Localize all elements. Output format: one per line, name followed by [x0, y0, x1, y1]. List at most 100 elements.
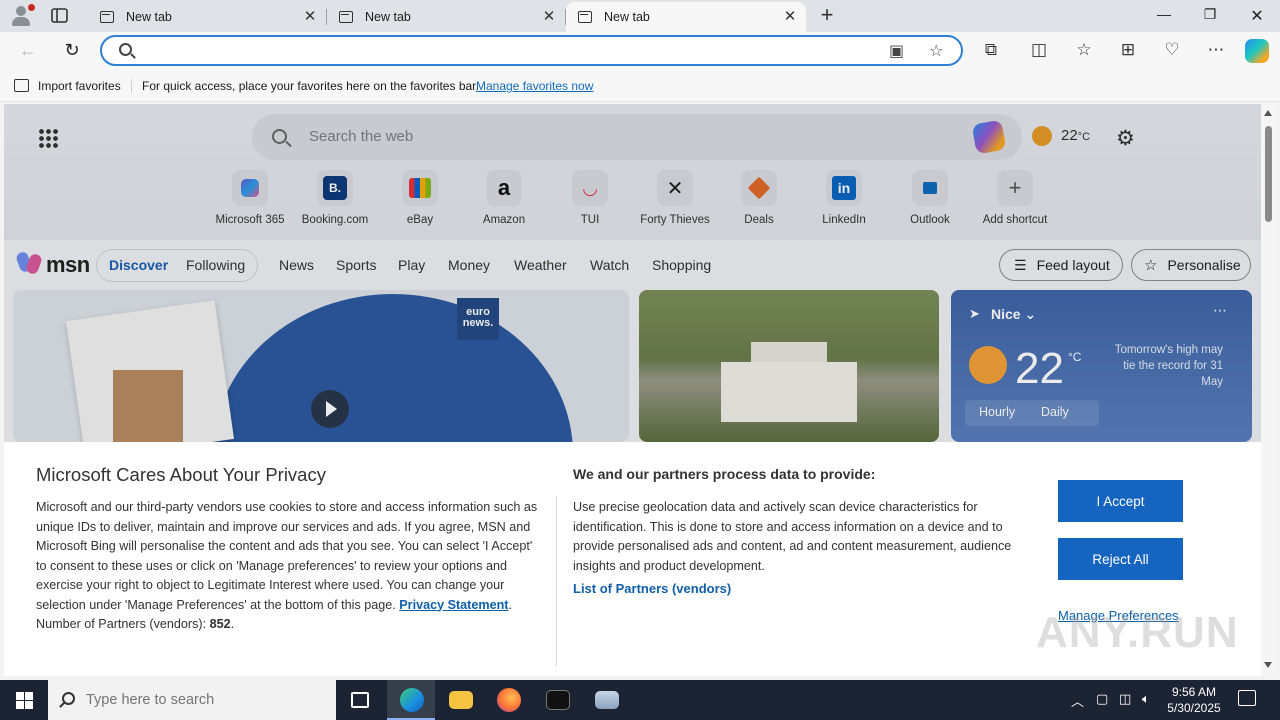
search-icon — [62, 692, 75, 705]
shortcut-outlook[interactable]: Outlook — [887, 170, 973, 226]
new-tab-plus-icon[interactable]: + — [815, 4, 839, 26]
close-tab-icon[interactable]: ✕ — [302, 9, 318, 25]
taskbar-search-input[interactable] — [86, 690, 326, 710]
terminal-icon[interactable] — [533, 680, 581, 720]
shortcut-amazon[interactable]: a Amazon — [461, 170, 547, 226]
close-tab-icon[interactable]: ✕ — [541, 9, 557, 25]
news-card-white-house[interactable] — [639, 290, 939, 442]
shortcut-tui[interactable]: ◡ TUI — [547, 170, 633, 226]
shortcut-deals[interactable]: Deals — [716, 170, 802, 226]
taskbar-clock[interactable]: 9:56 AM 5/30/2025 — [1166, 684, 1222, 716]
nav-watch[interactable]: Watch — [590, 257, 629, 273]
tab-new-tab-2[interactable]: New tab ✕ — [327, 2, 566, 32]
tab-title: New tab — [365, 10, 411, 24]
tab-new-tab-3[interactable]: New tab ✕ — [566, 2, 806, 32]
address-input[interactable] — [142, 41, 882, 61]
play-video-icon[interactable] — [311, 390, 349, 428]
taskbar-search-box[interactable] — [48, 680, 336, 720]
copilot-icon[interactable] — [1245, 39, 1269, 63]
immersive-reader-icon[interactable]: ▣ — [889, 41, 904, 61]
nav-news[interactable]: News — [279, 257, 314, 273]
shortcut-ebay[interactable]: eBay — [377, 170, 463, 226]
notifications-icon[interactable] — [1238, 690, 1256, 706]
favorite-star-icon[interactable]: ☆ — [929, 41, 943, 61]
minimize-icon[interactable]: — — [1144, 6, 1184, 22]
scroll-down-icon[interactable] — [1264, 662, 1272, 668]
nav-weather[interactable]: Weather — [514, 257, 567, 273]
tab-hourly[interactable]: Hourly — [979, 405, 1015, 419]
weather-card[interactable]: ➤ Nice ⌄ ⋯ 22 °C Tomorrow's high may tie… — [951, 290, 1252, 442]
tab-title: New tab — [604, 10, 650, 24]
reject-all-button[interactable]: Reject All — [1058, 538, 1183, 580]
more-options-icon[interactable]: ⋯ — [1204, 40, 1228, 60]
address-bar[interactable]: ▣ ☆ — [100, 35, 963, 66]
import-favorites-button[interactable]: Import favorites — [38, 79, 121, 93]
scroll-up-icon[interactable] — [1264, 110, 1272, 116]
tab-following[interactable]: Following — [186, 257, 245, 273]
shortcut-forty-thieves[interactable]: ✕ Forty Thieves — [632, 170, 718, 226]
shortcut-label: Forty Thieves — [640, 214, 710, 226]
more-options-icon[interactable]: ⋯ — [1213, 302, 1227, 319]
copilot-icon[interactable] — [971, 119, 1007, 155]
tab-actions-icon[interactable] — [50, 7, 70, 25]
shortcut-booking[interactable]: B. Booking.com — [292, 170, 378, 226]
page-settings-gear-icon[interactable]: ⚙ — [1116, 126, 1135, 151]
nav-sports[interactable]: Sports — [336, 257, 376, 273]
extensions-icon[interactable]: ⧉ — [979, 40, 1003, 60]
device-icon[interactable]: ▢ — [1096, 691, 1108, 707]
weather-location[interactable]: Nice ⌄ — [991, 306, 1036, 323]
list-of-partners-link[interactable]: List of Partners (vendors) — [573, 581, 731, 596]
firefox-icon[interactable] — [484, 680, 532, 720]
show-hidden-icons-chevron-icon[interactable]: ︿ — [1071, 691, 1084, 710]
close-tab-icon[interactable]: ✕ — [782, 9, 798, 25]
network-app-icon[interactable] — [582, 680, 630, 720]
app-launcher-icon[interactable] — [38, 128, 58, 148]
shortcut-linkedin[interactable]: in LinkedIn — [801, 170, 887, 226]
manage-favorites-link[interactable]: Manage favorites now — [476, 79, 593, 93]
shortcut-microsoft-365[interactable]: Microsoft 365 — [207, 170, 293, 226]
personalise-button[interactable]: ☆ Personalise — [1131, 249, 1251, 281]
web-search-box[interactable]: Search the web — [252, 114, 1022, 160]
purpose-heading: We and our partners process data to prov… — [573, 466, 876, 482]
split-screen-icon[interactable]: ◫ — [1027, 40, 1051, 60]
restore-icon[interactable]: ❐ — [1190, 6, 1230, 23]
location-arrow-icon: ➤ — [969, 306, 980, 321]
nav-play[interactable]: Play — [398, 257, 425, 273]
scroll-thumb[interactable] — [1265, 126, 1272, 222]
windows-start-icon[interactable] — [16, 692, 33, 709]
tab-discover[interactable]: Discover — [109, 257, 168, 273]
favorites-icon[interactable]: ☆ — [1072, 40, 1096, 60]
volume-icon[interactable]: 🔈︎ — [1142, 691, 1150, 707]
europe-map-image — [213, 294, 573, 442]
news-card-euronews[interactable]: euro news. — [13, 290, 629, 442]
privacy-statement-link[interactable]: Privacy Statement — [399, 598, 508, 612]
tab-daily[interactable]: Daily — [1041, 405, 1069, 419]
tab-new-tab-1[interactable]: New tab ✕ — [88, 2, 327, 32]
file-explorer-icon[interactable] — [436, 680, 484, 720]
accept-button[interactable]: I Accept — [1058, 480, 1183, 522]
task-view-icon[interactable] — [336, 680, 384, 720]
collections-icon[interactable]: ⊞ — [1116, 40, 1140, 60]
weather-sun-icon[interactable] — [1032, 126, 1052, 146]
profile-avatar-icon[interactable] — [8, 4, 35, 28]
nav-shopping[interactable]: Shopping — [652, 257, 711, 273]
msn-logo-text[interactable]: msn — [46, 252, 90, 278]
browser-essentials-icon[interactable]: ♡ — [1160, 40, 1184, 60]
msn-butterfly-icon[interactable] — [14, 250, 46, 276]
shortcut-add[interactable]: + Add shortcut — [972, 170, 1058, 226]
booking-icon: B. — [317, 170, 353, 206]
euronews-logo: euro news. — [457, 298, 499, 340]
page-scrollbar[interactable] — [1261, 104, 1276, 676]
close-window-icon[interactable]: ✕ — [1237, 6, 1277, 26]
edge-taskbar-icon[interactable] — [387, 680, 435, 720]
feed-layout-button[interactable]: ☰ Feed layout — [999, 249, 1123, 281]
consent-body: Microsoft and our third-party vendors us… — [36, 500, 538, 631]
network-icon[interactable]: ◫ — [1119, 691, 1131, 707]
refresh-icon[interactable]: ↻ — [60, 40, 84, 61]
nav-money[interactable]: Money — [448, 257, 490, 273]
partners-count: 852 — [209, 617, 231, 631]
back-arrow-icon[interactable]: ← — [16, 40, 40, 61]
microsoft-365-icon — [232, 170, 268, 206]
weather-temp[interactable]: 22°C — [1061, 127, 1090, 144]
favorites-hint: For quick access, place your favorites h… — [142, 79, 479, 93]
